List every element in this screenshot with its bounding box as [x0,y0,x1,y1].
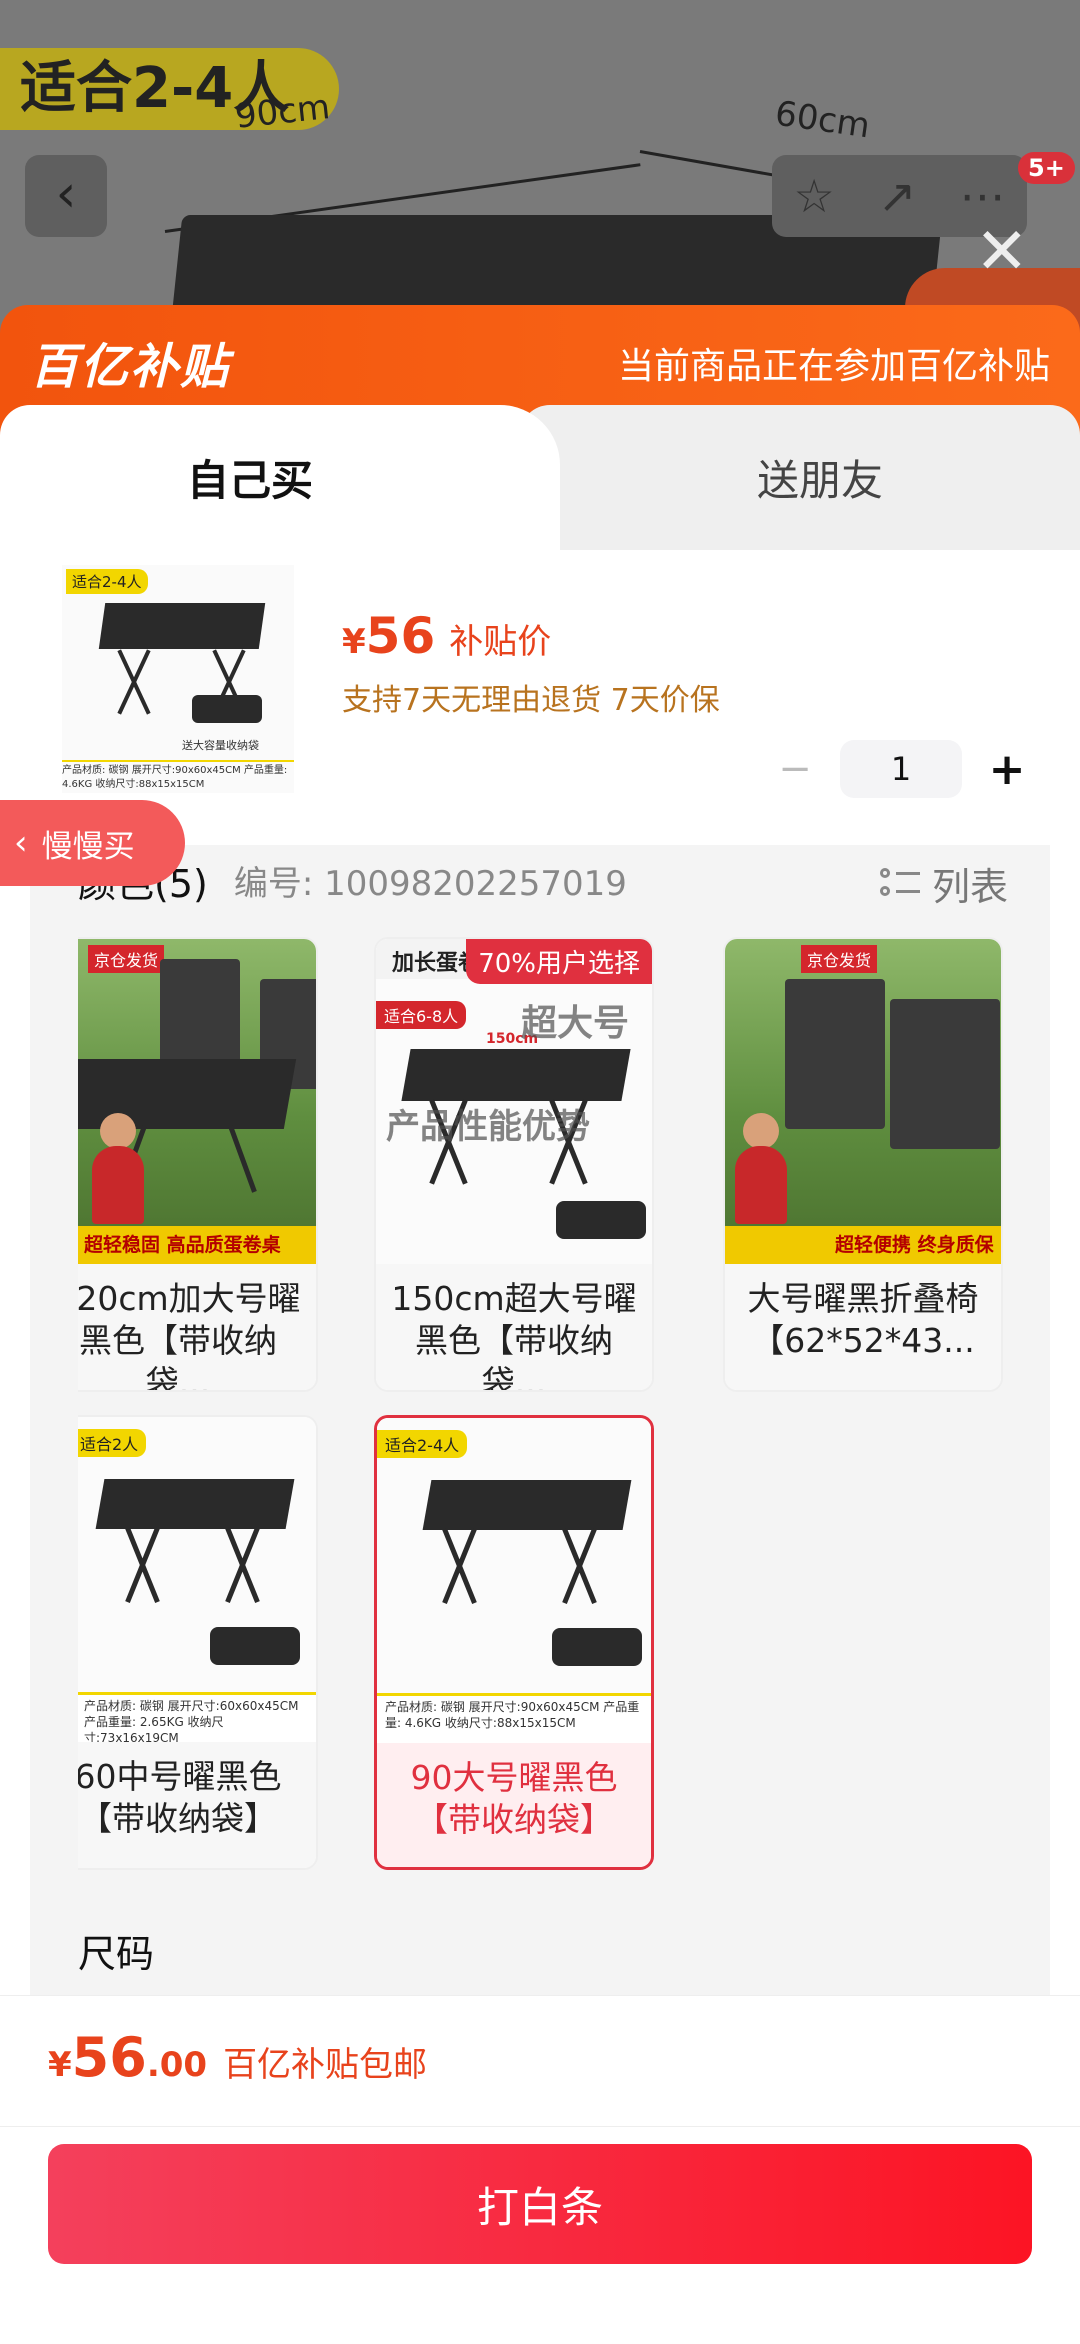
color-option-60cm[interactable]: 适合2人 产品材质: 碳钢 展开尺寸:60x60x45CM 产品重量: 2.65… [78,1415,318,1870]
background-product-image: 适合2-4人 90cm 60cm ‹ ☆ ↗ ⋯ 5+ ✕ [0,0,1080,340]
subsidy-price: ¥ 56 补贴价 [342,607,551,665]
chevron-left-icon: ‹ [14,823,28,863]
thumbnail-tag: 适合2-4人 [66,569,148,594]
chair-shape [785,979,885,1129]
increase-button[interactable]: + [982,744,1032,795]
total-price: ¥ 56 .00 百亿补贴包邮 [48,2026,427,2089]
option-image: 加长蛋卷桌 聚会不拥挤 适合6-8人 150cm 超大号 产品性能优势 [376,939,652,1264]
option-image: 适合2人 产品材质: 碳钢 展开尺寸:60x60x45CM 产品重量: 2.65… [78,1417,316,1745]
thumbnail-table [98,603,266,649]
sku-code: 编号: 10098202257019 [233,863,627,904]
price-symbol: ¥ [342,622,366,662]
list-label: 列表 [931,865,1008,909]
capacity-label: 适合6-8人 [376,1001,467,1029]
checkout-footer: ¥ 56 .00 百亿补贴包邮 打白条 [0,1995,1080,2344]
capacity-label: 适合2-4人 [377,1430,468,1458]
table-shape [401,1049,631,1101]
price-decimal: .00 [146,2045,208,2085]
color-options: 京仓发货 超轻稳固 高品质蛋卷桌 120cm加大号曜黑色【带收纳袋... 70%… [78,937,1003,1887]
subsidy-logo: 百亿补贴 [30,339,231,395]
spec-strip: 产品材质: 碳钢 展开尺寸:90x60x45CM 产品重量: 4.6KG 收纳尺… [377,1693,651,1743]
spec-strip: 产品材质: 碳钢 展开尺寸:60x60x45CM 产品重量: 2.65KG 收纳… [78,1692,316,1745]
subsidy-notice: 当前商品正在参加百亿补贴 [617,346,1050,387]
option-label: 120cm加大号曜黑色【带收纳袋... [78,1264,316,1390]
price-label: 补贴价 [449,622,552,662]
share-icon[interactable]: ↗ [878,169,917,223]
option-image: 京仓发货 超轻稳固 高品质蛋卷桌 [78,939,316,1264]
list-icon [879,866,920,902]
shipping-label: 百亿补贴包邮 [223,2045,428,2085]
color-option-90cm[interactable]: 适合2-4人 产品材质: 碳钢 展开尺寸:90x60x45CM 产品重量: 4.… [374,1415,654,1870]
person-figure [92,1146,144,1224]
storage-bag [556,1201,646,1239]
tab-gift-friend[interactable]: 送朋友 [520,405,1080,550]
back-button[interactable]: ‹ [25,155,107,237]
slow-buy-label: 慢慢买 [41,828,135,865]
storage-bag [210,1627,300,1665]
thumbnail-specs: 产品材质: 碳钢 展开尺寸:90x60x45CM 产品重量: 4.6KG 收纳尺… [62,760,294,792]
product-thumbnail: 适合2-4人 送大容量收纳袋 产品材质: 碳钢 展开尺寸:90x60x45CM … [62,565,294,793]
quantity-stepper: − 1 + [770,740,1032,798]
background-width-dim: 90cm [233,87,332,137]
background-depth-dim: 60cm [772,93,873,147]
image-ribbon: 超轻便携 终身质保 [725,1226,1001,1264]
price-value: 56 [365,607,436,665]
person-figure [735,1146,787,1224]
return-policy: 支持7天无理由退货 7天价保 [342,683,720,718]
overlay-text: 产品性能优势 [386,1107,590,1147]
chair-shape [890,999,1000,1149]
purchase-tabs: 自己买 送朋友 [0,405,1080,550]
buy-with-credit-button[interactable]: 打白条 [48,2144,1032,2264]
color-option-120cm[interactable]: 京仓发货 超轻稳固 高品质蛋卷桌 120cm加大号曜黑色【带收纳袋... [78,937,318,1392]
option-label: 90大号曜黑色【带收纳袋】 [377,1743,651,1867]
size-label: 尺码 [78,1932,155,1976]
star-icon[interactable]: ☆ [794,169,835,223]
option-label: 60中号曜黑色【带收纳袋】 [78,1742,316,1868]
storage-bag [552,1628,642,1666]
decrease-button[interactable]: − [770,746,820,792]
option-label: 150cm超大号曜黑色【带收纳袋... [376,1264,652,1390]
person-head [743,1113,779,1149]
table-shape [422,1480,632,1530]
thumbnail-bag [192,695,262,723]
person-head [100,1113,136,1149]
price-symbol: ¥ [48,2045,72,2085]
color-option-chair[interactable]: 京仓发货 超轻便携 终身质保 大号曜黑折叠椅【62*52*43... [723,937,1003,1392]
table-shape [95,1479,295,1529]
message-badge: 5+ [1018,152,1075,184]
option-label: 大号曜黑折叠椅【62*52*43... [725,1264,1001,1390]
color-header: 颜色(5) 编号: 10098202257019 列表 [78,850,1008,910]
close-icon[interactable]: ✕ [975,215,1029,289]
table-leg [228,1125,257,1193]
warehouse-tag: 京仓发货 [88,945,165,973]
warehouse-tag: 京仓发货 [801,945,878,973]
list-view-toggle[interactable]: 列表 [879,856,1008,911]
product-summary: 适合2-4人 送大容量收纳袋 产品材质: 碳钢 展开尺寸:90x60x45CM … [0,545,1080,845]
capacity-label: 适合2人 [78,1429,147,1457]
thumbnail-caption: 送大容量收纳袋 [182,739,259,752]
price-integer: 56 [71,2026,147,2089]
color-option-150cm[interactable]: 70%用户选择 加长蛋卷桌 聚会不拥挤 适合6-8人 150cm 超大号 产品性… [374,937,654,1392]
tab-buy-self[interactable]: 自己买 [0,405,560,550]
footer-divider [0,2126,1080,2127]
overlay-text: 超大号 [521,1003,630,1044]
option-image: 京仓发货 超轻便携 终身质保 [725,939,1001,1264]
slow-buy-button[interactable]: ‹ 慢慢买 [0,800,185,886]
option-image: 适合2-4人 产品材质: 碳钢 展开尺寸:90x60x45CM 产品重量: 4.… [377,1418,651,1743]
quantity-value[interactable]: 1 [840,740,962,798]
image-ribbon: 超轻稳固 高品质蛋卷桌 [78,1226,316,1264]
popular-badge: 70%用户选择 [466,939,652,984]
